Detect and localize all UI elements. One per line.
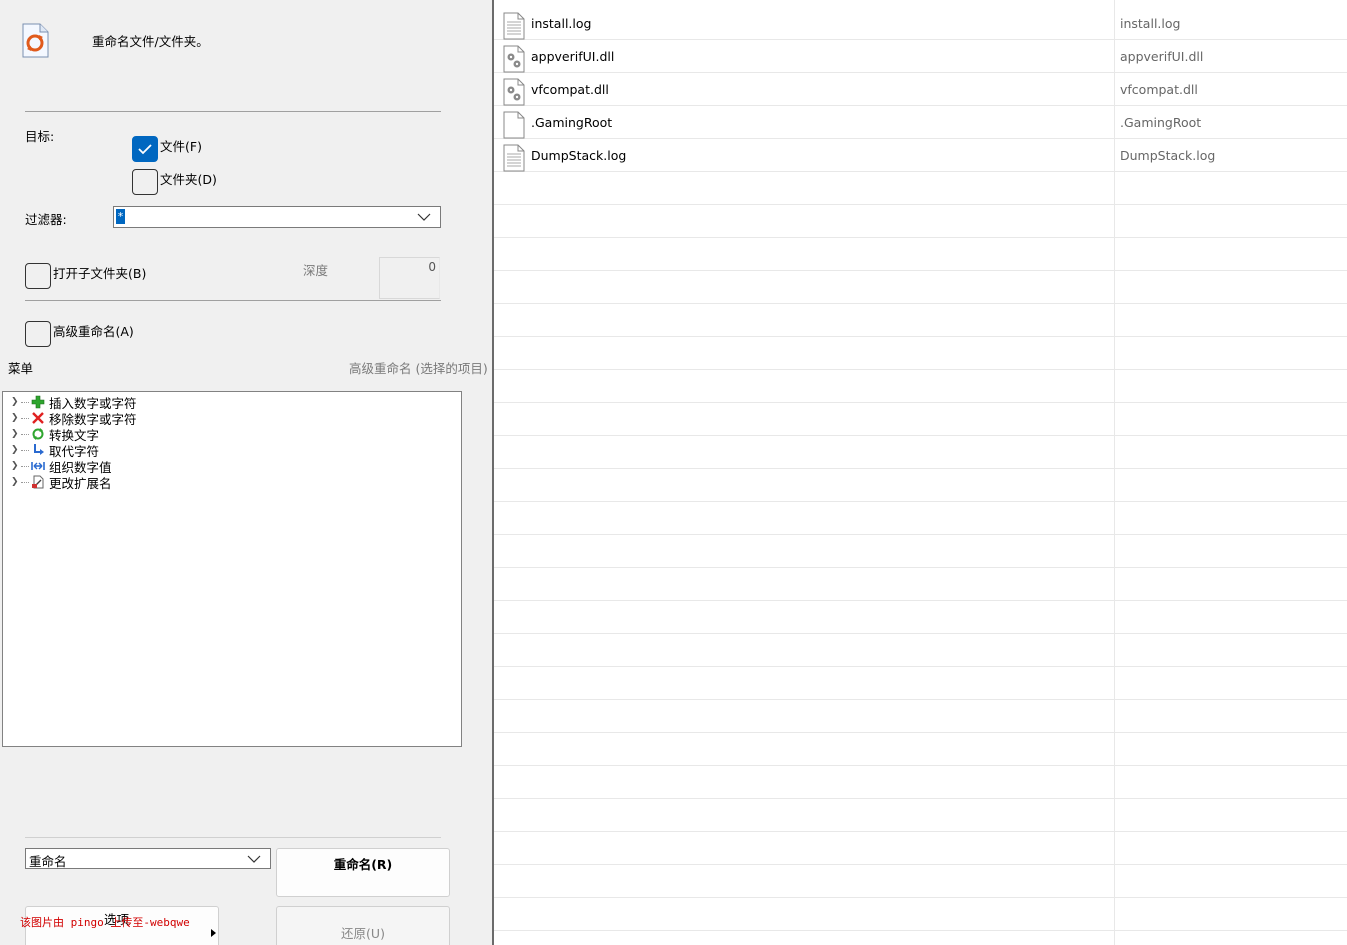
expand-arrow-icon[interactable]: ❯ bbox=[11, 429, 21, 439]
number-organize-icon bbox=[31, 459, 45, 473]
blank-file-icon bbox=[502, 111, 526, 139]
depth-spinbox[interactable]: 0 bbox=[379, 257, 440, 299]
table-row[interactable]: .GamingRoot .GamingRoot bbox=[494, 106, 1347, 139]
new-name-cell: DumpStack.log bbox=[1120, 148, 1216, 163]
original-name-cell: .GamingRoot bbox=[531, 115, 613, 130]
divider bbox=[25, 111, 441, 112]
replace-arrow-icon bbox=[31, 443, 45, 457]
empty-row bbox=[494, 205, 1347, 238]
rename-button-label: 重命名(R) bbox=[333, 857, 393, 872]
empty-row bbox=[494, 304, 1347, 337]
mode-combobox-value: 重命名 bbox=[29, 854, 67, 869]
x-icon bbox=[31, 411, 45, 425]
original-name-cell: appverifUI.dll bbox=[531, 49, 615, 64]
submenu-arrow-icon bbox=[211, 926, 216, 940]
empty-row bbox=[494, 865, 1347, 898]
file-list[interactable]: install.log install.log appverifUI.dll a… bbox=[494, 0, 1347, 945]
empty-row bbox=[494, 733, 1347, 766]
divider bbox=[25, 300, 441, 301]
target-label: 目标: bbox=[25, 129, 55, 144]
page-title: 重命名文件/文件夹。 bbox=[92, 34, 209, 49]
rename-button[interactable]: 重命名(R) bbox=[276, 848, 450, 897]
original-name-cell: vfcompat.dll bbox=[531, 82, 609, 97]
empty-row bbox=[494, 172, 1347, 205]
menu-tree[interactable]: ❯ 插入数字或字符 ❯ 移除数字或字符 ❯ 转换文字 ❯ 取代字符 ❯ 组织数字… bbox=[2, 391, 462, 747]
original-name-cell: DumpStack.log bbox=[531, 148, 627, 163]
menu-label: 菜单 bbox=[8, 361, 34, 376]
table-row[interactable]: DumpStack.log DumpStack.log bbox=[494, 139, 1347, 172]
table-row[interactable]: install.log install.log bbox=[494, 7, 1347, 40]
watermark-text: 该图片由 pingo 上传至-webqwe bbox=[20, 916, 190, 929]
empty-row bbox=[494, 634, 1347, 667]
empty-row bbox=[494, 667, 1347, 700]
advanced-rename-checkbox[interactable] bbox=[25, 321, 51, 347]
dll-gear-icon bbox=[502, 78, 526, 106]
expand-arrow-icon[interactable]: ❯ bbox=[11, 413, 21, 423]
empty-row bbox=[494, 238, 1347, 271]
filter-input-value[interactable]: * bbox=[116, 209, 125, 224]
subfolders-checkbox-label: 打开子文件夹(B) bbox=[53, 266, 147, 281]
dll-gear-icon bbox=[502, 45, 526, 73]
advanced-rename-label: 高级重命名(A) bbox=[53, 324, 134, 339]
checkmark-icon bbox=[138, 144, 152, 155]
filter-combobox[interactable]: * bbox=[113, 206, 441, 228]
extension-icon bbox=[31, 475, 45, 489]
empty-row bbox=[494, 601, 1347, 634]
empty-row bbox=[494, 469, 1347, 502]
folders-checkbox[interactable] bbox=[132, 169, 158, 195]
new-name-cell: .GamingRoot bbox=[1120, 115, 1202, 130]
tree-item-label: 更改扩展名 bbox=[49, 475, 112, 491]
expand-arrow-icon[interactable]: ❯ bbox=[11, 461, 21, 471]
expand-arrow-icon[interactable]: ❯ bbox=[11, 445, 21, 455]
filter-label: 过滤器: bbox=[25, 212, 67, 227]
files-checkbox[interactable] bbox=[132, 136, 158, 162]
tree-item-change-extension[interactable]: ❯ 更改扩展名 bbox=[11, 474, 112, 491]
restore-button-label: 还原(U) bbox=[341, 926, 385, 941]
files-checkbox-label: 文件(F) bbox=[160, 139, 202, 154]
restore-button[interactable]: 还原(U) bbox=[276, 906, 450, 945]
empty-row bbox=[494, 766, 1347, 799]
empty-row bbox=[494, 568, 1347, 601]
table-row[interactable]: vfcompat.dll vfcompat.dll bbox=[494, 73, 1347, 106]
table-row[interactable]: appverifUI.dll appverifUI.dll bbox=[494, 40, 1347, 73]
empty-row bbox=[494, 700, 1347, 733]
empty-row bbox=[494, 832, 1347, 865]
text-file-icon bbox=[502, 144, 526, 172]
subfolders-checkbox[interactable] bbox=[25, 263, 51, 289]
new-name-cell: install.log bbox=[1120, 16, 1181, 31]
new-name-cell: appverifUI.dll bbox=[1120, 49, 1204, 64]
rename-app-icon bbox=[20, 23, 50, 59]
depth-value: 0 bbox=[428, 260, 436, 274]
depth-label: 深度 bbox=[303, 263, 329, 278]
expand-arrow-icon[interactable]: ❯ bbox=[11, 397, 21, 407]
empty-row bbox=[494, 337, 1347, 370]
divider bbox=[25, 837, 441, 838]
refresh-icon bbox=[31, 427, 45, 441]
empty-row bbox=[494, 931, 1347, 945]
plus-icon bbox=[31, 395, 45, 409]
text-file-icon bbox=[502, 12, 526, 40]
empty-row bbox=[494, 370, 1347, 403]
empty-row bbox=[494, 502, 1347, 535]
empty-row bbox=[494, 436, 1347, 469]
left-panel: 重命名文件/文件夹。 目标: 文件(F) 文件夹(D) 过滤器: * 打开子文件… bbox=[0, 0, 492, 945]
expand-arrow-icon[interactable]: ❯ bbox=[11, 477, 21, 487]
advanced-selection-label: 高级重命名 (选择的项目) bbox=[349, 361, 488, 376]
mode-combobox[interactable]: 重命名 bbox=[25, 848, 271, 869]
empty-row bbox=[494, 403, 1347, 436]
empty-row bbox=[494, 271, 1347, 304]
empty-row bbox=[494, 898, 1347, 931]
folders-checkbox-label: 文件夹(D) bbox=[160, 172, 217, 187]
original-name-cell: install.log bbox=[531, 16, 592, 31]
chevron-down-icon bbox=[417, 211, 431, 226]
empty-row bbox=[494, 535, 1347, 568]
chevron-down-icon bbox=[247, 853, 261, 868]
new-name-cell: vfcompat.dll bbox=[1120, 82, 1198, 97]
empty-row bbox=[494, 799, 1347, 832]
